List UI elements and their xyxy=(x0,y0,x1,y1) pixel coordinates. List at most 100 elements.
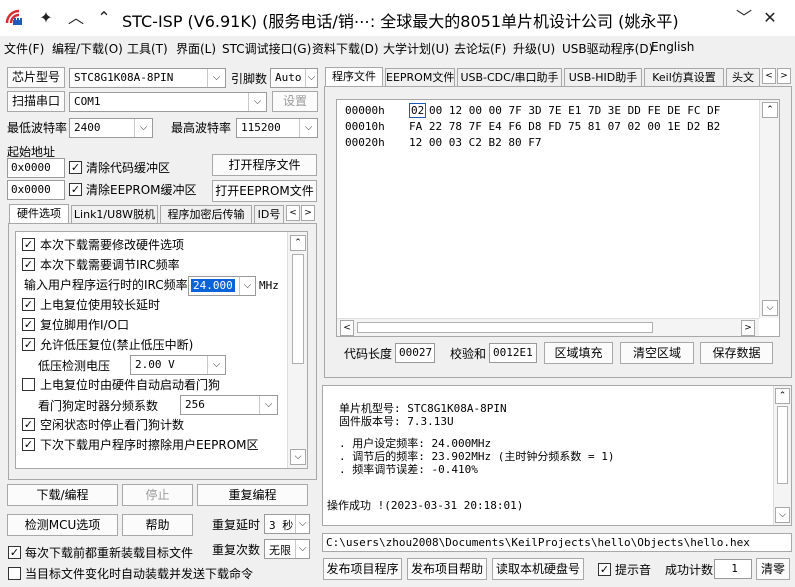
wdt-select[interactable]: 256 ⌵ xyxy=(180,395,278,415)
scroll-down-icon[interactable]: ⌵ xyxy=(762,300,778,316)
checkbox[interactable]: ✓ xyxy=(22,438,35,451)
chip-type-value: STC8G1K08A-8PIN xyxy=(74,71,174,84)
save-data-button[interactable]: 保存数据 xyxy=(700,342,773,364)
clear-eeprom-checkbox[interactable]: ✓ xyxy=(69,183,82,196)
detect-mcu-options-button[interactable]: 检测MCU选项 xyxy=(7,514,118,536)
download-program-button[interactable]: 下载/编程 xyxy=(7,484,118,506)
menu-tools[interactable]: 工具(T) xyxy=(127,40,168,57)
repeat-delay-select[interactable]: 3 秒 ⌵ xyxy=(264,514,310,534)
beep-checkbox[interactable]: ✓ xyxy=(598,563,611,576)
hex-cursor-byte[interactable]: 02 xyxy=(409,103,427,118)
scroll-thumb[interactable] xyxy=(357,322,653,333)
scroll-up-icon[interactable]: ⌃ xyxy=(775,388,790,404)
tab-scroll-left-icon[interactable]: < xyxy=(762,68,776,84)
lvd-select[interactable]: 2.00 V ⌵ xyxy=(130,355,226,375)
lvd-label: 低压检测电压 xyxy=(38,359,111,373)
checkbox[interactable]: ✓ xyxy=(22,338,35,351)
checkbox[interactable] xyxy=(22,378,35,391)
settings-button[interactable]: 设置 xyxy=(272,91,318,112)
menu-forum[interactable]: 去论坛(F) xyxy=(454,40,506,57)
reload-file-checkbox[interactable]: ✓ xyxy=(8,546,21,559)
hex-editor[interactable]: 00000h 02 00 12 00 00 7F 3D 7E E1 7D 3E … xyxy=(336,99,780,337)
tab-scroll-left-icon[interactable]: < xyxy=(286,205,300,221)
hex-hscrollbar[interactable]: < > xyxy=(337,318,759,336)
checkbox[interactable]: ✓ xyxy=(22,238,35,251)
close-icon[interactable]: ✕ xyxy=(760,8,780,28)
auto-send-checkbox[interactable] xyxy=(8,567,21,580)
fill-area-button[interactable]: 区域填充 xyxy=(544,342,613,364)
scroll-up-icon[interactable]: ⌃ xyxy=(290,235,306,251)
help-button[interactable]: 帮助 xyxy=(122,514,193,536)
clear-count-button[interactable]: 清零 xyxy=(756,558,790,580)
min-baud-value: 2400 xyxy=(74,121,101,134)
scroll-left-icon[interactable]: < xyxy=(340,320,354,336)
eeprom-address-input[interactable]: 0x0000 xyxy=(7,180,65,200)
max-baud-select[interactable]: 115200 ⌵ xyxy=(236,118,318,138)
hex-vscrollbar[interactable]: ⌃ ⌵ xyxy=(759,100,779,318)
file-path-field: C:\users\zhou2008\Documents\KeilProjects… xyxy=(322,533,792,552)
log-line: . 频率调节误差: -0.410% xyxy=(339,463,478,476)
tab-hardware-options[interactable]: 硬件选项 xyxy=(9,204,69,224)
scroll-right-icon[interactable]: > xyxy=(741,320,755,336)
checkbox[interactable]: ✓ xyxy=(22,298,35,311)
scroll-thumb[interactable] xyxy=(777,406,788,484)
checkbox[interactable]: ✓ xyxy=(22,318,35,331)
tab-program-file[interactable]: 程序文件 xyxy=(325,67,383,87)
irc-frequency-select[interactable]: 24.000 ⌵ xyxy=(188,276,256,296)
tab-encrypted-transfer[interactable]: 程序加密后传输 xyxy=(160,205,252,224)
tab-scroll-right-icon[interactable]: > xyxy=(777,68,791,84)
menu-english[interactable]: English xyxy=(651,40,694,54)
read-disk-serial-button[interactable]: 读取本机硬盘号 xyxy=(492,558,584,580)
open-program-file-button[interactable]: 打开程序文件 xyxy=(212,154,317,176)
scroll-down-icon[interactable]: ⌵ xyxy=(775,507,790,523)
pin-icon[interactable]: ✦ xyxy=(36,8,56,28)
repeat-program-button[interactable]: 重复编程 xyxy=(197,484,308,506)
chevron-down-icon: ⌵ xyxy=(305,69,317,87)
tab-eeprom-file[interactable]: EEPROM文件 xyxy=(385,68,455,87)
collapse-icon[interactable]: ︿ xyxy=(66,8,86,28)
menu-usb-driver[interactable]: USB驱动程序(D) xyxy=(562,40,653,57)
chip-type-select[interactable]: STC8G1K08A-8PIN ⌵ xyxy=(69,68,226,88)
wdt-label: 看门狗定时器分频系数 xyxy=(38,399,159,413)
scan-port-button[interactable]: 扫描串口 xyxy=(7,91,65,112)
checkbox[interactable]: ✓ xyxy=(22,418,35,431)
tab-header-file[interactable]: 头文 xyxy=(726,68,760,87)
tab-link1-offline[interactable]: Link1/U8W脱机 xyxy=(71,205,158,224)
option-label: 下次下载用户程序时擦除用户EEPROM区 xyxy=(40,438,259,452)
clear-code-checkbox[interactable]: ✓ xyxy=(69,161,82,174)
tab-usb-cdc[interactable]: USB-CDC/串口助手 xyxy=(457,68,562,87)
port-select[interactable]: COM1 ⌵ xyxy=(69,92,267,112)
log-output: 单片机型号: STC8G1K08A-8PIN 固件版本号: 7.3.13U . … xyxy=(322,385,792,526)
scroll-thumb[interactable] xyxy=(292,254,304,364)
options-scrollbar[interactable]: ⌃ ⌵ xyxy=(287,232,307,468)
menu-program[interactable]: 编程/下载(O) xyxy=(52,40,123,57)
publish-program-button[interactable]: 发布项目程序 xyxy=(323,558,402,580)
min-baud-select[interactable]: 2400 ⌵ xyxy=(69,118,153,138)
menu-interface[interactable]: 界面(L) xyxy=(176,40,216,57)
tab-id-number[interactable]: ID号 xyxy=(254,205,284,224)
menu-university[interactable]: 大学计划(U) xyxy=(383,40,449,57)
stop-button[interactable]: 停止 xyxy=(122,484,193,506)
menu-file[interactable]: 文件(F) xyxy=(4,40,44,57)
option-label: 空闲状态时停止看门狗计数 xyxy=(40,418,185,432)
publish-help-button[interactable]: 发布项目帮助 xyxy=(407,558,487,580)
expand-icon[interactable]: ⌃ xyxy=(94,8,114,28)
code-address-input[interactable]: 0x0000 xyxy=(7,158,65,178)
log-scrollbar[interactable]: ⌃ ⌵ xyxy=(773,386,791,525)
menu-debug[interactable]: STC调试接口(G) xyxy=(222,40,311,57)
repeat-count-select[interactable]: 无限 ⌵ xyxy=(264,539,310,559)
checkbox[interactable]: ✓ xyxy=(22,258,35,271)
tab-usb-hid[interactable]: USB-HID助手 xyxy=(564,68,642,87)
hex-address: 00020h xyxy=(345,136,385,149)
scroll-up-icon[interactable]: ⌃ xyxy=(762,102,778,118)
clear-area-button[interactable]: 清空区域 xyxy=(620,342,694,364)
tab-keil-sim[interactable]: Keil仿真设置 xyxy=(644,68,724,87)
success-count-value: 1 xyxy=(714,559,752,579)
chevron-down-icon[interactable]: ﹀ xyxy=(734,8,754,28)
menu-upgrade[interactable]: 升级(U) xyxy=(513,40,555,57)
menu-docs[interactable]: 资料下载(D) xyxy=(312,40,379,57)
open-eeprom-file-button[interactable]: 打开EEPROM文件 xyxy=(212,180,317,202)
pin-count-select[interactable]: Auto ⌵ xyxy=(270,68,318,88)
tab-scroll-right-icon[interactable]: > xyxy=(301,205,315,221)
scroll-down-icon[interactable]: ⌵ xyxy=(290,449,306,465)
